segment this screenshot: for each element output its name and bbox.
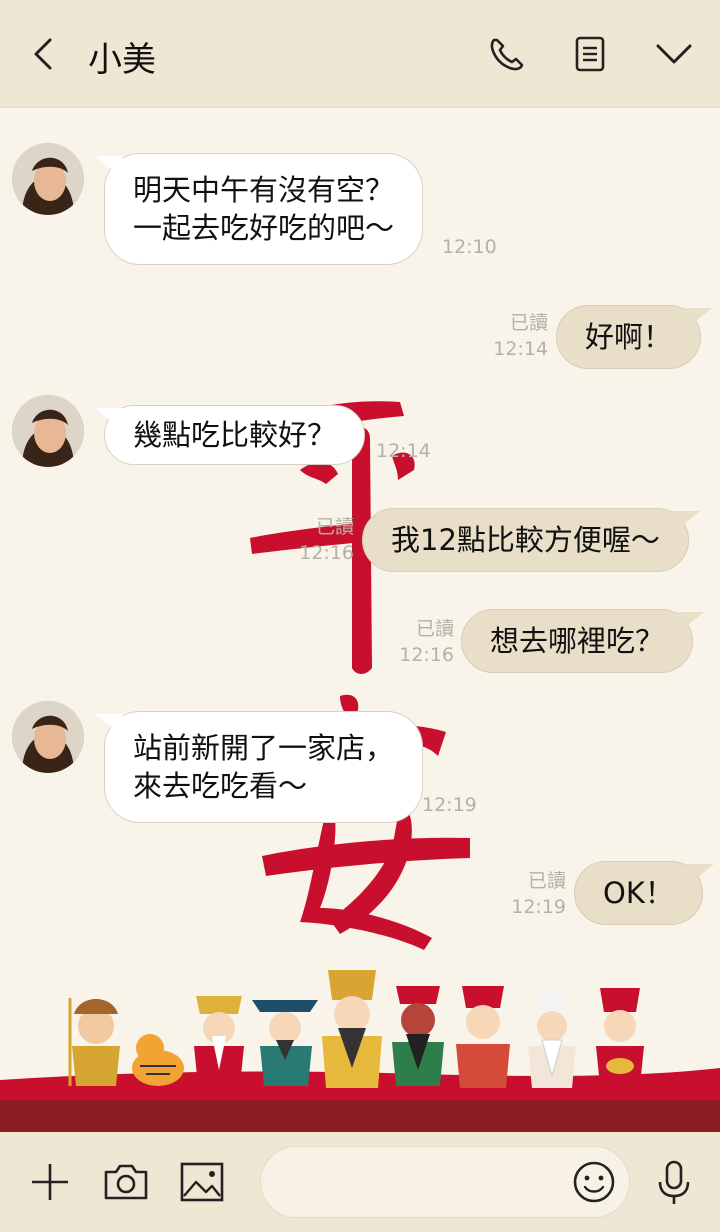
bubble-tail [684, 308, 713, 326]
message-bubble-sent[interactable]: 好啊！ [556, 305, 713, 369]
bubble-tail [671, 511, 700, 529]
chat-title: 小美 [88, 40, 156, 80]
message-text-line: 好啊！ [585, 320, 673, 354]
input-toolbar [0, 1132, 720, 1232]
figure-matsu [456, 986, 510, 1088]
bubble-tail [95, 408, 123, 426]
figure-monkey-king [68, 998, 120, 1086]
deity-figures [68, 970, 644, 1088]
contact-avatar[interactable] [12, 701, 84, 773]
message-time: 12:16 [299, 542, 354, 564]
emoji-icon[interactable] [568, 1156, 620, 1208]
bubble-tail [95, 156, 123, 174]
figure-wealth-god [596, 988, 644, 1086]
message-time: 12:19 [511, 896, 566, 918]
message-bubble-received[interactable]: 明天中午有沒有空？ 一起去吃好吃的吧～ [95, 153, 424, 265]
figure-guan-gong [392, 986, 444, 1086]
message-bubble-sent[interactable]: OK！ [574, 861, 714, 925]
message-text-line: 幾點吃比較好？ [133, 418, 337, 452]
contact-avatar[interactable] [12, 395, 84, 467]
figure-fu-god [194, 996, 244, 1086]
message-text-line: 我12點比較方便喔～ [391, 523, 660, 557]
read-label: 已讀 [509, 312, 548, 334]
figure-emperor [322, 970, 382, 1088]
message-time: 12:14 [376, 440, 431, 462]
contact-avatar[interactable] [12, 143, 84, 215]
message-time: 12:16 [399, 644, 454, 666]
image-icon[interactable] [176, 1156, 228, 1208]
read-receipt: 已讀 12:16 [394, 616, 454, 668]
read-label: 已讀 [315, 516, 354, 538]
message-text-line: 一起去吃好吃的吧～ [133, 211, 395, 245]
read-label: 已讀 [415, 618, 454, 640]
plus-icon[interactable] [24, 1156, 76, 1208]
message-text-line: 明天中午有沒有空？ [133, 173, 395, 207]
message-time: 12:10 [442, 236, 497, 258]
message-bubble-received[interactable]: 站前新開了一家店， 來去吃吃看～ [95, 711, 424, 823]
read-receipt: 已讀 12:19 [506, 868, 566, 920]
bubble-tail [685, 864, 714, 882]
chat-header: 小美 [0, 0, 720, 108]
message-time: 12:19 [422, 794, 477, 816]
message-text-line: 想去哪裡吃？ [490, 624, 665, 658]
figure-tiger [132, 1034, 184, 1086]
phone-icon[interactable] [484, 30, 528, 78]
notes-icon[interactable] [568, 30, 612, 78]
read-label: 已讀 [527, 870, 566, 892]
microphone-icon[interactable] [648, 1156, 700, 1208]
bubble-tail [676, 612, 705, 630]
message-text-line: 站前新開了一家店， [133, 731, 395, 765]
read-receipt: 已讀 12:14 [488, 310, 548, 362]
back-chevron-icon[interactable] [24, 30, 64, 78]
message-text-line: 來去吃吃看～ [133, 769, 308, 803]
figure-shou-god [528, 992, 576, 1088]
message-bubble-sent[interactable]: 想去哪裡吃？ [461, 609, 705, 673]
bubble-tail [95, 714, 123, 732]
camera-icon[interactable] [100, 1156, 152, 1208]
message-text-line: OK！ [603, 876, 674, 910]
chevron-down-icon[interactable] [652, 30, 696, 78]
message-time: 12:14 [493, 338, 548, 360]
message-bubble-sent[interactable]: 我12點比較方便喔～ [362, 508, 700, 572]
message-bubble-received[interactable]: 幾點吃比較好？ [95, 405, 366, 465]
read-receipt: 已讀 12:16 [294, 514, 354, 566]
